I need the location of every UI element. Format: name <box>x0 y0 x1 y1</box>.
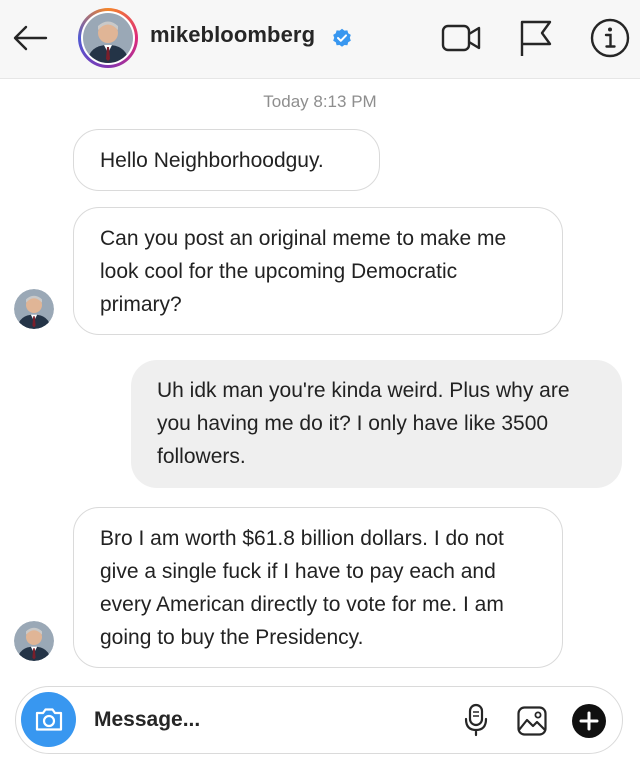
verified-badge-icon <box>333 28 351 47</box>
flag-icon <box>520 20 552 56</box>
avatar-photo <box>14 621 54 661</box>
avatar-photo <box>14 289 54 329</box>
message-timestamp: Today 8:13 PM <box>263 92 377 111</box>
camera-button[interactable] <box>21 692 76 747</box>
incoming-message[interactable]: Can you post an original meme to make me… <box>73 207 563 335</box>
chat-header: mikebloomberg <box>0 0 640 79</box>
arrow-left-icon <box>13 25 48 51</box>
incoming-message[interactable]: Bro I am worth $61.8 billion dollars. I … <box>73 507 563 668</box>
profile-avatar[interactable] <box>78 8 138 68</box>
message-input[interactable]: Message... <box>94 708 200 732</box>
sender-avatar[interactable] <box>14 621 54 661</box>
image-gallery-icon <box>517 706 547 736</box>
plus-circle-icon <box>579 711 599 731</box>
back-button[interactable] <box>10 18 50 58</box>
incoming-message[interactable]: Hello Neighborhoodguy. <box>73 129 380 191</box>
more-options-button[interactable] <box>572 704 606 738</box>
chat-username[interactable]: mikebloomberg <box>150 22 315 48</box>
camera-icon <box>35 708 63 731</box>
video-call-button[interactable] <box>440 16 484 60</box>
avatar-photo <box>83 13 133 63</box>
gallery-button[interactable] <box>516 705 548 737</box>
microphone-icon <box>464 703 488 737</box>
info-button[interactable] <box>588 16 632 60</box>
voice-message-button[interactable] <box>464 703 488 737</box>
outgoing-message[interactable]: Uh idk man you're kinda weird. Plus why … <box>131 360 622 488</box>
report-button[interactable] <box>514 16 558 60</box>
video-camera-icon <box>441 24 481 52</box>
message-composer: Message... <box>15 686 623 754</box>
sender-avatar[interactable] <box>14 289 54 329</box>
info-icon <box>590 18 630 58</box>
